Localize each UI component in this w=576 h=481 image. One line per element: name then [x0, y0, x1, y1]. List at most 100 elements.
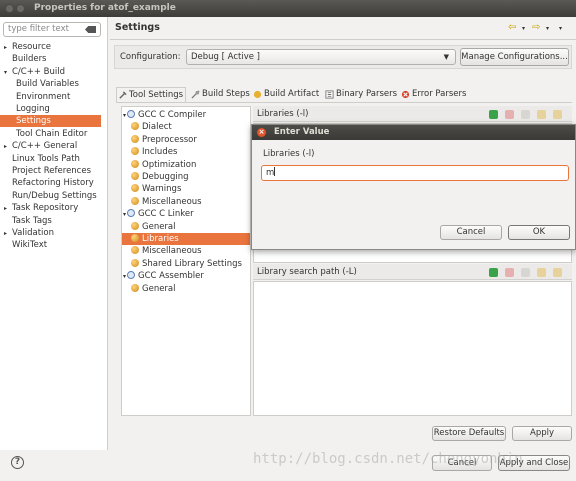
library-search-path-header: Library search path (-L) [253, 264, 572, 280]
tool-option-item[interactable]: Warnings [131, 183, 181, 195]
tool-option-item[interactable]: Dialect [131, 121, 172, 133]
tool-option-item[interactable]: Debugging [131, 171, 189, 183]
sidebar-item[interactable]: ▸ Resource [0, 41, 51, 53]
expand-arrow-icon[interactable]: ▸ [4, 42, 12, 54]
tool-group-item[interactable]: ▾ GCC C Linker [123, 208, 194, 220]
option-icon [131, 172, 139, 180]
move-down-icon[interactable] [553, 110, 562, 119]
expand-arrow-icon[interactable]: ▸ [4, 228, 12, 240]
sidebar-item[interactable]: Task Tags [0, 215, 52, 227]
tool-item-label: Miscellaneous [142, 246, 202, 257]
sidebar-item-label: C/C++ General [12, 141, 78, 152]
expand-arrow-icon[interactable]: ▸ [4, 203, 12, 215]
tab-build-artifact[interactable]: Build Artifact [252, 87, 322, 102]
sidebar-item[interactable]: ▸ Validation [0, 227, 54, 239]
tool-option-item[interactable]: Optimization [131, 159, 196, 171]
expand-arrow-icon[interactable]: ▸ [4, 141, 12, 153]
edit-icon[interactable] [521, 110, 530, 119]
sidebar-item-label: Task Repository [12, 203, 79, 214]
window-close-button[interactable] [5, 4, 14, 13]
delete-icon[interactable] [505, 268, 514, 277]
sidebar-item-label: WikiText [12, 240, 48, 251]
dialog-cancel-button[interactable]: Cancel [440, 225, 502, 240]
tab-error-parsers[interactable]: Error Parsers [400, 87, 474, 102]
tool-item-label: Optimization [142, 159, 197, 170]
tab-divider [116, 102, 572, 103]
tool-item-label: GCC C Linker [138, 209, 194, 220]
tool-option-item[interactable]: Miscellaneous [131, 196, 202, 208]
tool-option-item[interactable]: Libraries [122, 233, 250, 245]
configuration-select[interactable]: Debug [ Active ] ▼ [186, 49, 456, 65]
manage-configurations-button[interactable]: Manage Configurations... [460, 48, 569, 66]
sidebar-item-label: Logging [16, 104, 50, 114]
delete-icon[interactable] [505, 110, 514, 119]
option-icon [131, 234, 139, 242]
tool-option-item[interactable]: Shared Library Settings [131, 258, 242, 270]
tab-build-steps[interactable]: Build Steps [190, 87, 250, 102]
apply-button[interactable]: Apply [512, 426, 572, 441]
sidebar-item[interactable]: Refactoring History [0, 177, 94, 189]
sidebar-item[interactable]: Builders [0, 53, 47, 65]
value-input[interactable]: m [261, 165, 569, 181]
sidebar-item-label: Build Variables [16, 79, 79, 90]
sidebar-item[interactable]: ▸ Task Repository [0, 202, 78, 214]
option-icon [131, 258, 139, 267]
sidebar-item[interactable]: Logging [0, 103, 50, 115]
tool-group-item[interactable]: ▾ GCC Assembler [123, 270, 204, 282]
library-search-path-list[interactable] [253, 281, 572, 416]
expand-arrow-icon[interactable]: ▾ [4, 67, 12, 79]
close-icon[interactable]: × [257, 128, 266, 137]
restore-defaults-button[interactable]: Restore Defaults [432, 426, 506, 441]
sidebar-item[interactable]: ▾ C/C++ Build [0, 66, 65, 78]
settings-tabs: Tool Settings Build Steps Build Artifact… [116, 87, 572, 102]
sidebar-item[interactable]: Tool Chain Editor [0, 128, 87, 140]
move-up-icon[interactable] [537, 268, 546, 277]
sidebar-item[interactable]: WikiText [0, 239, 47, 251]
filter-input[interactable]: type filter text [3, 22, 101, 37]
tool-item-label: Shared Library Settings [142, 258, 242, 269]
back-arrow-icon[interactable]: ⇦ [508, 22, 516, 33]
add-icon[interactable] [489, 268, 498, 277]
tool-settings-tree[interactable]: ▾ GCC C Compiler Dialect Preprocessor Includ… [121, 106, 251, 416]
dialog-ok-button[interactable]: OK [508, 225, 570, 240]
move-up-icon[interactable] [537, 110, 546, 119]
libraries-title: Libraries (-l) [257, 109, 309, 119]
clear-filter-icon[interactable] [85, 26, 96, 33]
expand-arrow-icon[interactable]: ▾ [123, 112, 126, 119]
tool-group-item[interactable]: ▾ GCC C Compiler [123, 109, 206, 121]
tool-option-item[interactable]: Preprocessor [131, 134, 197, 146]
expand-arrow-icon[interactable]: ▾ [123, 211, 126, 218]
sidebar-item[interactable]: Run/Debug Settings [0, 190, 97, 202]
forward-arrow-icon[interactable]: ⇨ [532, 22, 540, 33]
tool-item-label: General [142, 221, 176, 232]
sidebar-item[interactable]: ▸ C/C++ General [0, 140, 77, 152]
filter-placeholder: type filter text [8, 24, 69, 34]
tool-option-item[interactable]: General [131, 221, 176, 233]
view-menu-icon[interactable]: ▾ [559, 25, 562, 32]
back-menu-icon[interactable]: ▾ [522, 25, 525, 32]
add-icon[interactable] [489, 110, 498, 119]
edit-icon[interactable] [521, 268, 530, 277]
sidebar-item[interactable]: Environment [0, 91, 70, 103]
sidebar-item[interactable]: Build Variables [0, 78, 79, 90]
tab-tool-settings[interactable]: Tool Settings [116, 87, 186, 102]
tab-binary-parsers[interactable]: Binary Parsers [324, 87, 398, 102]
tool-option-item[interactable]: General [131, 283, 176, 295]
window-minimize-button[interactable] [16, 4, 25, 13]
sidebar-item[interactable]: Project References [0, 165, 91, 177]
header-divider [110, 39, 576, 40]
help-icon[interactable]: ? [11, 456, 24, 469]
expand-arrow-icon[interactable]: ▾ [123, 273, 126, 280]
enter-value-dialog: × Enter Value Libraries (-l) m Cancel OK [251, 124, 576, 250]
move-down-icon[interactable] [553, 268, 562, 277]
option-icon [131, 122, 139, 131]
forward-menu-icon[interactable]: ▾ [546, 25, 549, 32]
tab-label: Binary Parsers [336, 89, 398, 99]
sidebar-item[interactable]: Settings [0, 115, 101, 128]
dialog-titlebar: × Enter Value [252, 125, 575, 140]
sidebar-item[interactable]: Linux Tools Path [0, 153, 80, 165]
tool-option-item[interactable]: Miscellaneous [131, 245, 202, 257]
libraries-header: Libraries (-l) [253, 106, 572, 122]
tool-option-item[interactable]: Includes [131, 146, 177, 158]
tool-settings-icon [119, 91, 127, 99]
